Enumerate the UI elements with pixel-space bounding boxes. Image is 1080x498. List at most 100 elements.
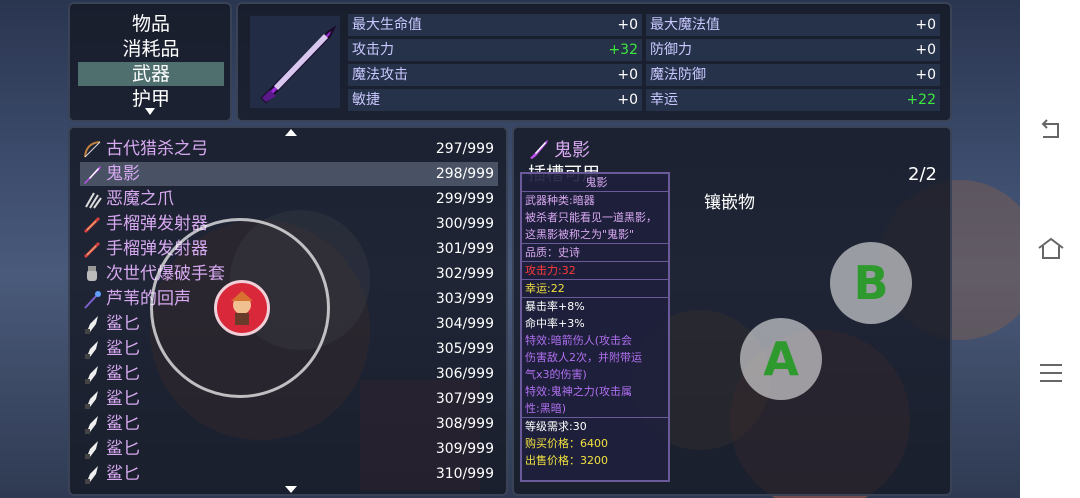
shark-dagger-icon: [82, 439, 102, 459]
stat-row: 魔法防御 +0: [646, 64, 940, 86]
back-icon[interactable]: [1038, 118, 1064, 142]
tooltip-buy-price: 购买价格：6400: [525, 437, 608, 450]
item-name: 鲨匕: [106, 314, 140, 334]
item-name: 古代猎杀之弓: [106, 139, 208, 159]
a-button[interactable]: A: [740, 318, 822, 400]
a-button-label: A: [763, 332, 799, 386]
item-count: 309/999: [435, 441, 494, 457]
joystick-knob[interactable]: [214, 280, 270, 336]
game-screen: 物品 消耗品 武器 护甲 最大生命值 +0 最大魔法值 +0 攻击力 +32 防御力 +0 魔法攻击 +…: [0, 0, 1020, 498]
item-row[interactable]: 鬼影 298/999: [80, 162, 498, 186]
item-count: 300/999: [435, 216, 494, 232]
item-name: 鬼影: [106, 164, 140, 184]
stat-value: +0: [915, 17, 936, 33]
launcher-icon: [82, 214, 102, 234]
tooltip-effect-1c: 气x3的伤害): [525, 368, 587, 381]
item-row[interactable]: 古代猎杀之弓 297/999: [80, 137, 498, 161]
detail-item-name: 鬼影: [554, 140, 590, 161]
tooltip-effect-1a: 特效:暗箭伤人(攻击会: [525, 334, 632, 347]
ghost-dagger-icon: [260, 25, 337, 104]
stat-label: 魔法防御: [650, 67, 706, 83]
item-row[interactable]: 鲨匕 309/999: [80, 437, 498, 461]
stat-row: 敏捷 +0: [348, 89, 642, 111]
item-name: 鲨匕: [106, 389, 140, 409]
staff-icon: [82, 289, 102, 309]
tooltip-effect-2a: 特效:鬼神之力(攻击属: [525, 385, 632, 398]
stat-label: 最大魔法值: [650, 17, 720, 33]
category-tab[interactable]: 物品: [78, 12, 224, 36]
stat-row: 幸运 +22: [646, 89, 940, 111]
tooltip-crit: 暴击率+8%: [522, 297, 668, 315]
item-name: 鲨匕: [106, 414, 140, 434]
item-count: 298/999: [435, 166, 494, 182]
item-row[interactable]: 恶魔之爪 299/999: [80, 187, 498, 211]
tooltip-effect-1b: 伤害敌人2次，并附带运: [525, 351, 642, 364]
stat-label: 防御力: [650, 42, 692, 58]
item-count: 303/999: [435, 291, 494, 307]
tooltip-luck: 幸运:22: [522, 279, 668, 297]
shark-dagger-icon: [82, 464, 102, 484]
stat-row: 最大魔法值 +0: [646, 14, 940, 36]
item-count: 307/999: [435, 391, 494, 407]
shark-dagger-icon: [82, 339, 102, 359]
tooltip-sell-price: 出售价格：3200: [525, 454, 608, 467]
tooltip-type: 武器种类:暗器: [522, 191, 668, 209]
stat-label: 攻击力: [352, 42, 394, 58]
home-icon[interactable]: [1036, 236, 1066, 262]
category-scroll-down-icon[interactable]: [145, 108, 155, 115]
item-name: 鲨匕: [106, 464, 140, 484]
category-tab[interactable]: 消耗品: [78, 37, 224, 61]
stat-value: +0: [617, 92, 638, 108]
launcher-icon: [82, 239, 102, 259]
stat-row: 防御力 +0: [646, 39, 940, 61]
stat-row: 最大生命值 +0: [348, 14, 642, 36]
tooltip-hit: 命中率+3%: [525, 317, 585, 330]
item-name: 鲨匕: [106, 339, 140, 359]
list-scroll-up-icon[interactable]: [285, 129, 297, 136]
item-row[interactable]: 鲨匕 310/999: [80, 462, 498, 486]
stat-label: 魔法攻击: [352, 67, 408, 83]
stat-value: +0: [915, 42, 936, 58]
item-count: 304/999: [435, 316, 494, 332]
tooltip-attack: 攻击力:32: [522, 261, 668, 279]
stat-value: +0: [617, 17, 638, 33]
tooltip-title: 鬼影: [585, 176, 608, 189]
shark-dagger-icon: [82, 389, 102, 409]
item-count: 302/999: [435, 266, 494, 282]
stat-value: +0: [617, 67, 638, 83]
stat-value: +32: [608, 42, 638, 58]
weapon-icon-box: [250, 16, 340, 108]
item-count: 310/999: [435, 466, 494, 482]
stat-row: 魔法攻击 +0: [348, 64, 642, 86]
tooltip-effect-2b: 性:黑暗): [525, 402, 566, 415]
recents-menu-icon[interactable]: [1038, 362, 1064, 384]
shark-dagger-icon: [82, 414, 102, 434]
stat-label: 敏捷: [352, 92, 380, 108]
stat-label: 最大生命值: [352, 17, 422, 33]
shark-dagger-icon: [82, 314, 102, 334]
item-name: 鲨匕: [106, 364, 140, 384]
list-scroll-down-icon[interactable]: [285, 486, 297, 493]
stat-value: +22: [906, 92, 936, 108]
b-button[interactable]: B: [830, 242, 912, 324]
item-name: 恶魔之爪: [106, 189, 174, 209]
tooltip-desc-2: 这黑影被称之为"鬼影": [525, 228, 635, 241]
character-sprite-icon: [231, 291, 253, 325]
item-name: 鲨匕: [106, 439, 140, 459]
bow-icon: [82, 139, 102, 159]
tooltip-desc-1: 被杀者只能看见一道黑影，: [525, 211, 657, 224]
tooltip-quality: 品质：史诗: [522, 243, 668, 261]
shark-dagger-icon: [82, 364, 102, 384]
tooltip-level: 等级需求:30: [522, 417, 668, 435]
item-row[interactable]: 鲨匕 307/999: [80, 387, 498, 411]
ghost-dagger-small-icon: [530, 140, 548, 159]
item-count: 308/999: [435, 416, 494, 432]
glove-icon: [82, 264, 102, 284]
item-row[interactable]: 鲨匕 308/999: [80, 412, 498, 436]
b-button-label: B: [853, 256, 889, 310]
item-count: 306/999: [435, 366, 494, 382]
stat-label: 幸运: [650, 92, 678, 108]
inlay-label: 镶嵌物: [704, 193, 755, 213]
item-count: 305/999: [435, 341, 494, 357]
category-tab[interactable]: 武器: [78, 62, 224, 86]
